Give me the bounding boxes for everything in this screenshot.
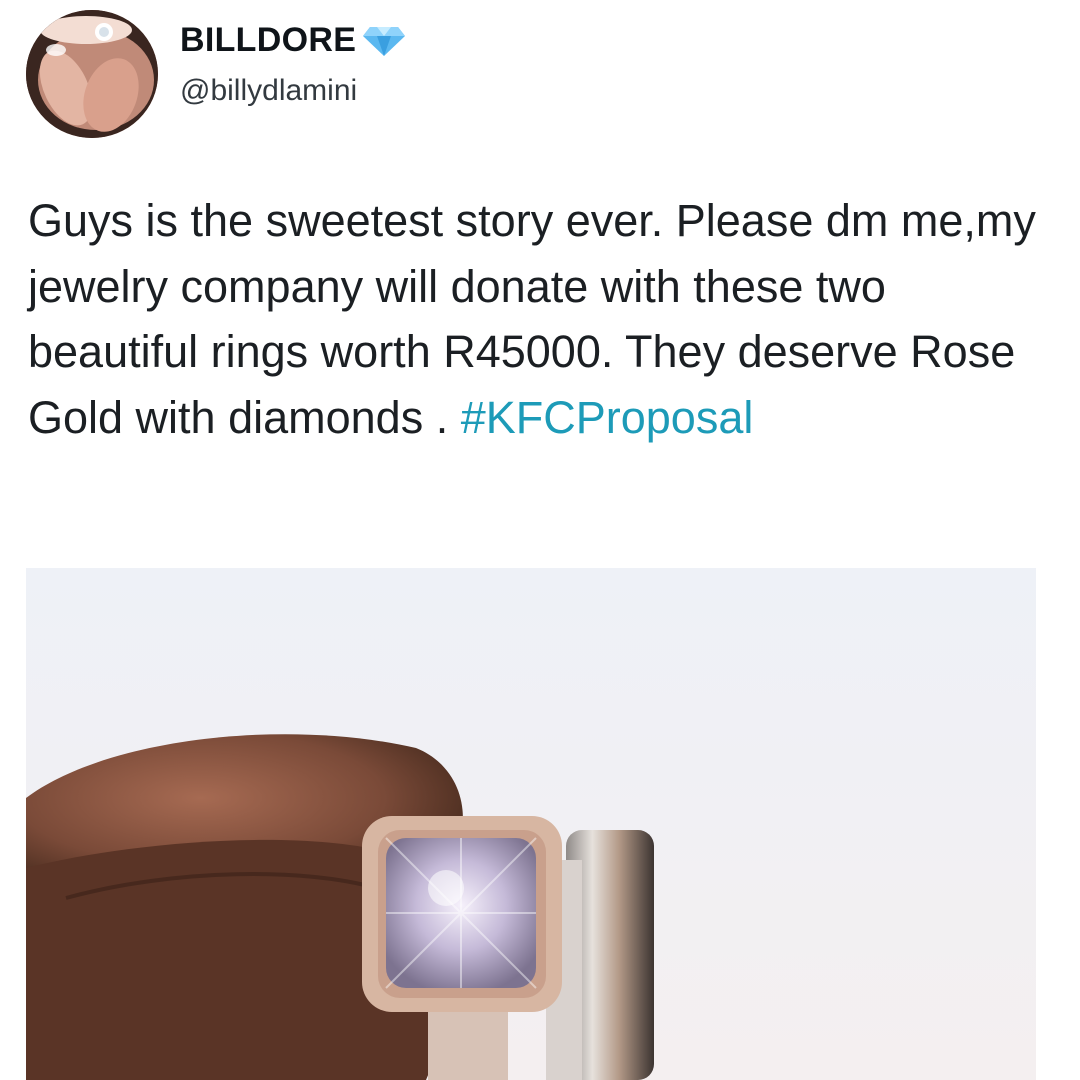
- hashtag-link[interactable]: #KFCProposal: [461, 392, 754, 443]
- avatar-image: [26, 10, 158, 138]
- author-name-row: BILLDORE: [180, 18, 406, 62]
- author-handle[interactable]: @billydlamini: [180, 74, 357, 108]
- author-display-name[interactable]: BILLDORE: [180, 21, 356, 60]
- avatar[interactable]: [26, 10, 158, 138]
- tweet-media[interactable]: [26, 568, 1036, 1080]
- tweet-text: Guys is the sweetest story ever. Please …: [28, 188, 1058, 450]
- ring-photo: [26, 568, 1036, 1080]
- tweet-card: BILLDORE @billydlamini Guys is the sweet…: [0, 0, 1080, 1080]
- diamond-icon: [362, 23, 406, 57]
